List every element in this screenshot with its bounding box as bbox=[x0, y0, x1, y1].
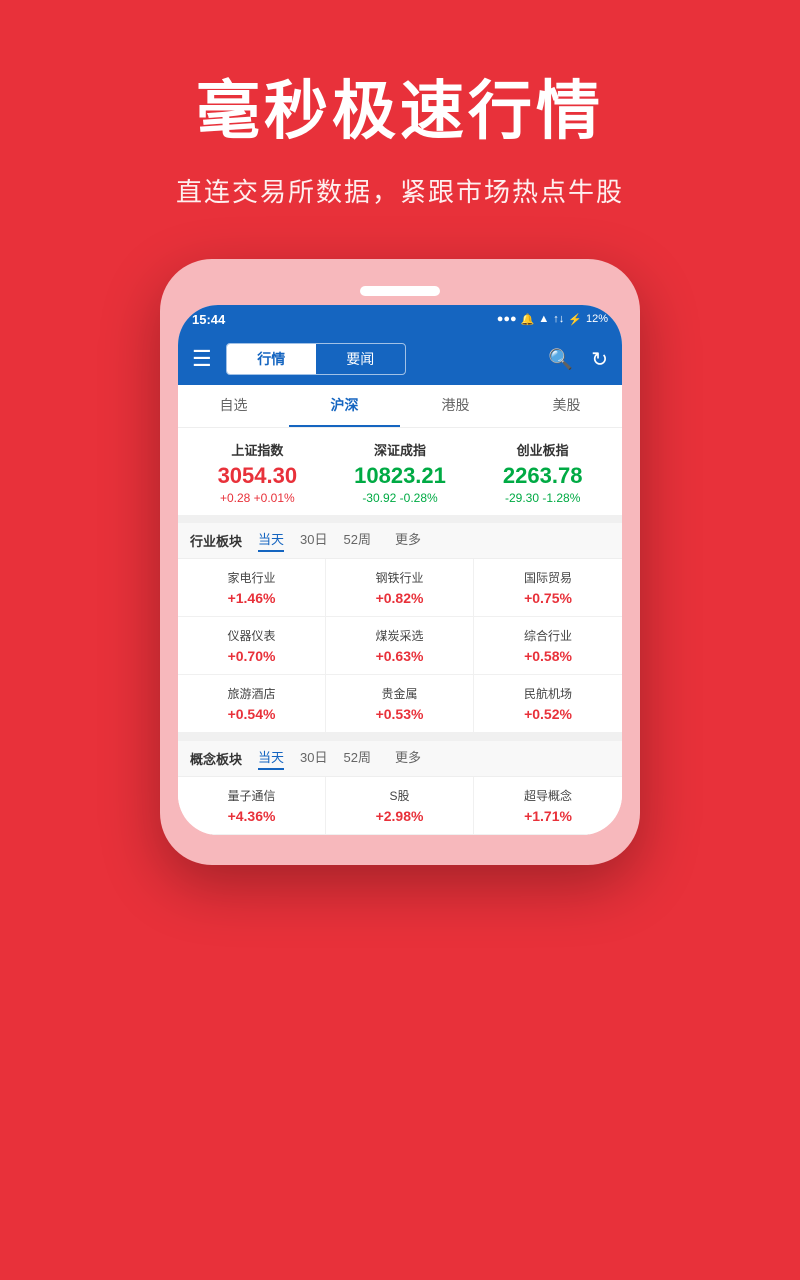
market-tab-hk[interactable]: 港股 bbox=[400, 385, 511, 427]
concept-change: +4.36% bbox=[182, 808, 321, 824]
concept-tab-today[interactable]: 当天 bbox=[258, 747, 284, 770]
index-shanghai[interactable]: 上证指数 3054.30 +0.28 +0.01% bbox=[186, 440, 329, 505]
market-tabs: 自选 沪深 港股 美股 bbox=[178, 385, 622, 428]
list-item[interactable]: 煤炭采选 +0.63% bbox=[326, 617, 474, 675]
sector-name: 仪器仪表 bbox=[182, 627, 321, 644]
list-item[interactable]: 超导概念 +1.71% bbox=[474, 777, 622, 835]
battery-text: 12% bbox=[586, 313, 608, 325]
index-shenzhen[interactable]: 深证成指 10823.21 -30.92 -0.28% bbox=[329, 440, 472, 505]
nav-tabs: 行情 要闻 bbox=[226, 343, 406, 375]
list-item[interactable]: 钢铁行业 +0.82% bbox=[326, 559, 474, 617]
top-nav: ☰ 行情 要闻 🔍 ↻ bbox=[178, 333, 622, 385]
concept-name: S股 bbox=[330, 787, 469, 804]
concept-name: 超导概念 bbox=[478, 787, 618, 804]
market-tab-us[interactable]: 美股 bbox=[511, 385, 622, 427]
index-shanghai-value: 3054.30 bbox=[186, 463, 329, 489]
list-item[interactable]: 仪器仪表 +0.70% bbox=[178, 617, 326, 675]
mute-icon: 🔔 bbox=[521, 313, 535, 326]
phone-outer: 15:44 ●●● 🔔 ▲ ↑↓ ⚡ 12% ☰ 行情 要闻 🔍 bbox=[160, 259, 640, 865]
sector-tabs: 当天 30日 52周 更多 bbox=[258, 529, 421, 552]
sector-name: 民航机场 bbox=[478, 685, 618, 702]
sector-change: +0.75% bbox=[478, 590, 618, 606]
sector-tab-today[interactable]: 当天 bbox=[258, 529, 284, 552]
concept-name: 量子通信 bbox=[182, 787, 321, 804]
sector-name: 综合行业 bbox=[478, 627, 618, 644]
menu-icon[interactable]: ☰ bbox=[192, 346, 212, 372]
index-section: 上证指数 3054.30 +0.28 +0.01% 深证成指 10823.21 … bbox=[178, 428, 622, 515]
signal-icon: ●●● bbox=[497, 313, 517, 325]
index-shenzhen-name: 深证成指 bbox=[329, 440, 472, 459]
index-shanghai-name: 上证指数 bbox=[186, 440, 329, 459]
concept-header: 概念板块 当天 30日 52周 更多 bbox=[178, 733, 622, 777]
sector-change: +0.70% bbox=[182, 648, 321, 664]
nav-tab-news[interactable]: 要闻 bbox=[316, 344, 405, 374]
phone-mockup: 15:44 ●●● 🔔 ▲ ↑↓ ⚡ 12% ☰ 行情 要闻 🔍 bbox=[160, 259, 640, 865]
list-item[interactable]: 量子通信 +4.36% bbox=[178, 777, 326, 835]
market-tab-shanghai[interactable]: 沪深 bbox=[289, 385, 400, 427]
sector-tab-30d[interactable]: 30日 bbox=[300, 529, 327, 552]
sector-name: 旅游酒店 bbox=[182, 685, 321, 702]
sector-tab-52w[interactable]: 52周 bbox=[344, 529, 371, 552]
concept-tab-more[interactable]: 更多 bbox=[395, 747, 421, 770]
status-time: 15:44 bbox=[192, 312, 225, 327]
charging-icon: ⚡ bbox=[568, 313, 582, 326]
index-shenzhen-change: -30.92 -0.28% bbox=[329, 491, 472, 505]
list-item[interactable]: 贵金属 +0.53% bbox=[326, 675, 474, 733]
list-item[interactable]: 民航机场 +0.52% bbox=[474, 675, 622, 733]
sector-tab-more[interactable]: 更多 bbox=[395, 529, 421, 552]
sector-change: +0.54% bbox=[182, 706, 321, 722]
concept-tabs: 当天 30日 52周 更多 bbox=[258, 747, 421, 770]
list-item[interactable]: 家电行业 +1.46% bbox=[178, 559, 326, 617]
phone-screen: 15:44 ●●● 🔔 ▲ ↑↓ ⚡ 12% ☰ 行情 要闻 🔍 bbox=[178, 305, 622, 835]
list-item[interactable]: 综合行业 +0.58% bbox=[474, 617, 622, 675]
concept-title: 概念板块 bbox=[190, 749, 242, 768]
sector-header: 行业板块 当天 30日 52周 更多 bbox=[178, 515, 622, 559]
sector-change: +0.52% bbox=[478, 706, 618, 722]
sector-change: +0.63% bbox=[330, 648, 469, 664]
concept-grid: 量子通信 +4.36% S股 +2.98% 超导概念 +1.71% bbox=[178, 777, 622, 835]
search-icon[interactable]: 🔍 bbox=[548, 347, 573, 372]
sector-change: +0.58% bbox=[478, 648, 618, 664]
status-icons: ●●● 🔔 ▲ ↑↓ ⚡ 12% bbox=[497, 313, 608, 326]
concept-tab-30d[interactable]: 30日 bbox=[300, 747, 327, 770]
index-shanghai-change: +0.28 +0.01% bbox=[186, 491, 329, 505]
list-item[interactable]: 旅游酒店 +0.54% bbox=[178, 675, 326, 733]
sector-change: +0.82% bbox=[330, 590, 469, 606]
index-chinext[interactable]: 创业板指 2263.78 -29.30 -1.28% bbox=[471, 440, 614, 505]
sector-title: 行业板块 bbox=[190, 531, 242, 550]
phone-notch bbox=[178, 277, 622, 305]
index-shenzhen-value: 10823.21 bbox=[329, 463, 472, 489]
list-item[interactable]: S股 +2.98% bbox=[326, 777, 474, 835]
hero-title: 毫秒极速行情 bbox=[0, 60, 800, 152]
sector-change: +1.46% bbox=[182, 590, 321, 606]
index-chinext-change: -29.30 -1.28% bbox=[471, 491, 614, 505]
index-chinext-name: 创业板指 bbox=[471, 440, 614, 459]
index-chinext-value: 2263.78 bbox=[471, 463, 614, 489]
sector-name: 家电行业 bbox=[182, 569, 321, 586]
nav-tab-market[interactable]: 行情 bbox=[227, 344, 316, 374]
concept-change: +1.71% bbox=[478, 808, 618, 824]
phone-speaker bbox=[360, 286, 440, 296]
sector-name: 钢铁行业 bbox=[330, 569, 469, 586]
nav-actions: 🔍 ↻ bbox=[548, 347, 608, 372]
hero-section: 毫秒极速行情 直连交易所数据，紧跟市场热点牛股 bbox=[0, 0, 800, 229]
concept-tab-52w[interactable]: 52周 bbox=[344, 747, 371, 770]
sector-name: 煤炭采选 bbox=[330, 627, 469, 644]
network-icon: ↑↓ bbox=[553, 313, 564, 325]
hero-subtitle: 直连交易所数据，紧跟市场热点牛股 bbox=[0, 172, 800, 209]
status-bar: 15:44 ●●● 🔔 ▲ ↑↓ ⚡ 12% bbox=[178, 305, 622, 333]
refresh-icon[interactable]: ↻ bbox=[591, 347, 608, 372]
sector-change: +0.53% bbox=[330, 706, 469, 722]
market-tab-watchlist[interactable]: 自选 bbox=[178, 385, 289, 427]
sector-name: 国际贸易 bbox=[478, 569, 618, 586]
concept-change: +2.98% bbox=[330, 808, 469, 824]
sector-grid: 家电行业 +1.46% 钢铁行业 +0.82% 国际贸易 +0.75% 仪器仪表… bbox=[178, 559, 622, 733]
sector-name: 贵金属 bbox=[330, 685, 469, 702]
wifi-icon: ▲ bbox=[538, 313, 549, 325]
list-item[interactable]: 国际贸易 +0.75% bbox=[474, 559, 622, 617]
